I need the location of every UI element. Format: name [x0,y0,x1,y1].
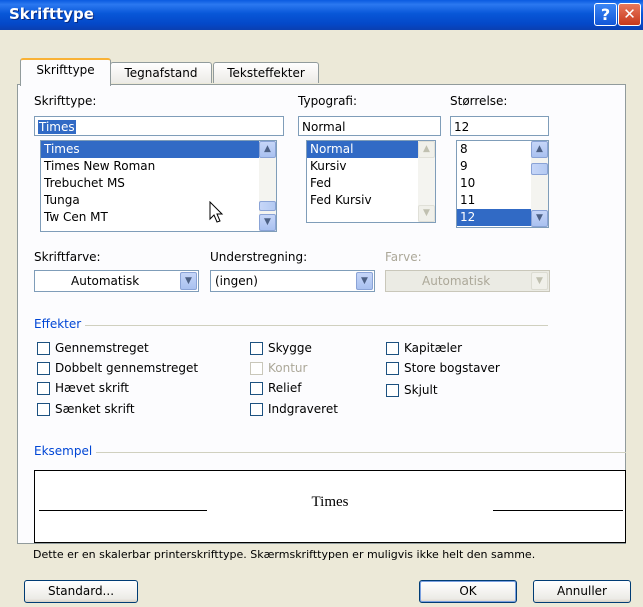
help-icon: ? [600,5,611,24]
title-bar: Skrifttype ? ✕ [0,0,643,30]
list-item[interactable]: Times New Roman [41,158,276,175]
size-input[interactable]: 12 [450,116,549,136]
underline-select[interactable]: (ingen) ▼ [210,270,375,292]
font-list-scrollbar[interactable]: ▲ ▼ [259,141,276,231]
mouse-cursor-icon [209,201,224,223]
font-input-value: Times [38,120,76,134]
scroll-thumb[interactable] [259,201,276,211]
tab-teksteffekter[interactable]: Teksteffekter [213,62,319,83]
list-item[interactable]: Tunga [41,192,276,209]
close-icon: ✕ [623,5,636,23]
chevron-down-icon[interactable]: ▼ [180,272,197,290]
style-label: Typografi: [298,94,358,108]
scroll-up-icon[interactable]: ▲ [259,141,276,158]
style-list[interactable]: Normal Kursiv Fed Fed Kursiv ▲ ▼ [306,140,436,223]
underline-color-label: Farve: [385,250,422,264]
color-select[interactable]: Automatisk ▼ [34,270,199,292]
standard-button[interactable]: Standard... [24,580,138,603]
scroll-down-icon[interactable]: ▼ [259,214,276,231]
scroll-up-icon[interactable]: ▲ [531,141,548,158]
preview-box: Times [34,470,626,543]
size-list-scrollbar[interactable]: ▲ ▼ [531,141,548,227]
help-button[interactable]: ? [594,3,617,26]
effects-group-label: Effekter [34,317,86,331]
chevron-down-icon[interactable]: ▼ [531,272,548,290]
scroll-thumb[interactable] [531,163,548,175]
font-list[interactable]: Times Times New Roman Trebuchet MS Tunga… [40,140,277,232]
chevron-down-icon[interactable]: ▼ [356,272,373,290]
tab-tegnafstand[interactable]: Tegnafstand [110,62,212,83]
list-item[interactable]: Kursiv [307,158,435,175]
size-list[interactable]: 8 9 10 11 12 ▲ ▼ [456,140,549,228]
list-item[interactable]: Fed [307,175,435,192]
preview-group-line [34,452,626,453]
close-button[interactable]: ✕ [618,3,641,26]
style-input[interactable]: Normal [298,116,441,136]
font-input[interactable]: Times [34,116,284,136]
underline-color-select[interactable]: Automatisk ▼ [385,270,550,292]
preview-note: Dette er en skalerbar printerskrifttype.… [33,548,536,561]
scroll-down-icon[interactable]: ▼ [531,210,548,227]
list-item[interactable]: Times [41,141,276,158]
list-item[interactable]: Tw Cen MT [41,209,276,226]
scroll-down-icon[interactable]: ▼ [418,205,435,222]
tab-skrifttype[interactable]: Skrifttype [20,58,111,86]
list-item[interactable]: Trebuchet MS [41,175,276,192]
tab-skrifttype-label: Skrifttype [36,63,95,77]
font-label: Skrifttype: [34,94,97,108]
underline-select-value: (ingen) [215,274,258,288]
list-item[interactable]: Fed Kursiv [307,192,435,209]
tab-teksteffekter-label: Teksteffekter [227,66,305,80]
style-list-scrollbar[interactable]: ▲ ▼ [418,141,435,222]
list-item[interactable]: Normal [307,141,435,158]
preview-baseline-right [493,510,623,511]
size-label: Størrelse: [450,94,508,108]
preview-sample-text: Times [311,494,349,510]
underline-color-select-value: Automatisk [422,274,491,288]
window-title: Skrifttype [9,5,94,23]
ok-button[interactable]: OK [419,580,517,603]
effects-group-line [34,325,548,326]
underline-label: Understregning: [210,250,308,264]
tab-tegnafstand-label: Tegnafstand [124,66,198,80]
color-label: Skriftfarve: [34,250,101,264]
preview-group-label: Eksempel [34,444,97,458]
color-select-value: Automatisk [71,274,140,288]
scroll-up-icon[interactable]: ▲ [418,141,435,158]
cancel-button[interactable]: Annuller [533,580,631,603]
